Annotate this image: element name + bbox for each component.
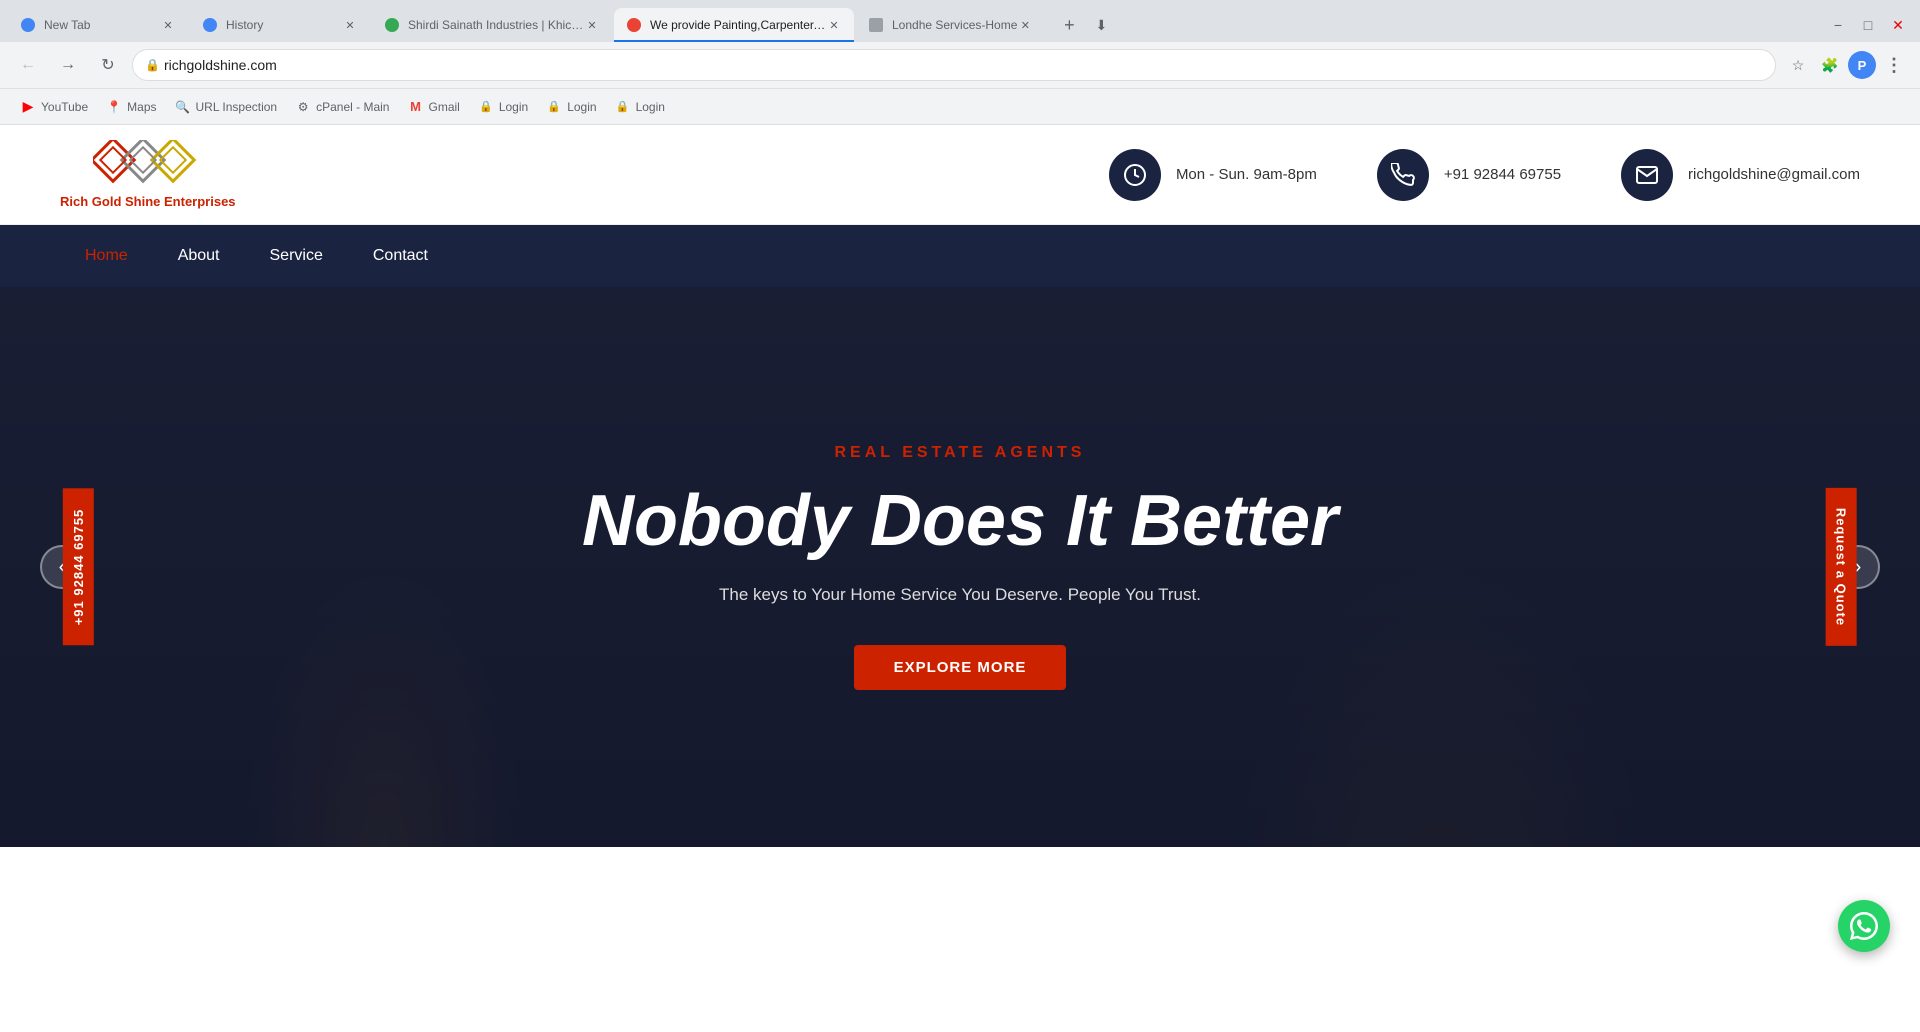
email-text: richgoldshine@gmail.com (1688, 166, 1860, 183)
login2-icon: 🔒 (546, 99, 562, 115)
tab-favicon-new-tab (20, 17, 36, 33)
bookmark-login1-label: Login (499, 100, 528, 114)
tab-close-new-tab[interactable]: ✕ (160, 17, 176, 33)
tab-title-new-tab: New Tab (44, 18, 160, 32)
close-window-button[interactable]: ✕ (1884, 11, 1912, 39)
tab-title-history: History (226, 18, 342, 32)
refresh-button[interactable]: ↻ (92, 49, 124, 81)
hero-subtitle: REAL ESTATE AGENTS (582, 444, 1338, 462)
hours-text: Mon - Sun. 9am-8pm (1176, 166, 1317, 183)
hero-cta-button[interactable]: Explore More (854, 645, 1067, 690)
phone-icon-circle (1377, 149, 1429, 201)
tab-title-shirdi: Shirdi Sainath Industries | Khichdi (408, 18, 584, 32)
extension-puzzle-icon[interactable]: 🧩 (1816, 51, 1844, 79)
address-bar[interactable]: 🔒 richgoldshine.com (132, 49, 1776, 81)
gmail-icon: M (407, 99, 423, 115)
cpanel-icon: ⚙ (295, 99, 311, 115)
hero-content: REAL ESTATE AGENTS Nobody Does It Better… (582, 444, 1338, 690)
email-label: richgoldshine@gmail.com (1688, 166, 1860, 183)
tab-title-londhe: Londhe Services-Home (892, 18, 1017, 32)
tab-favicon-shirdi (384, 17, 400, 33)
hours-block: Mon - Sun. 9am-8pm (1109, 149, 1317, 201)
side-quote-float[interactable]: Request a Quote (1825, 488, 1856, 646)
logo-svg (93, 140, 203, 190)
url-inspection-icon: 🔍 (175, 99, 191, 115)
hero-title: Nobody Does It Better (582, 482, 1338, 561)
bookmark-gmail[interactable]: M Gmail (399, 95, 467, 119)
bookmark-login-2[interactable]: 🔒 Login (538, 95, 604, 119)
address-bar-row: ← → ↻ 🔒 richgoldshine.com ☆ 🧩 P ⋮ (0, 42, 1920, 88)
tab-londhe[interactable]: Londhe Services-Home ✕ (856, 8, 1045, 42)
bookmark-star-icon[interactable]: ☆ (1784, 51, 1812, 79)
bookmark-login-1[interactable]: 🔒 Login (470, 95, 536, 119)
email-block: richgoldshine@gmail.com (1621, 149, 1860, 201)
bookmark-cpanel[interactable]: ⚙ cPanel - Main (287, 95, 397, 119)
login3-icon: 🔒 (615, 99, 631, 115)
logo-name: Rich Gold Shine Enterprises (60, 194, 236, 209)
tab-close-history[interactable]: ✕ (342, 17, 358, 33)
tab-favicon-history (202, 17, 218, 33)
tab-painting[interactable]: We provide Painting,Carpenter,D... ✕ (614, 8, 854, 42)
logo-area[interactable]: Rich Gold Shine Enterprises (60, 140, 236, 209)
phone-text: +91 92844 69755 (1444, 166, 1561, 183)
profile-icon[interactable]: P (1848, 51, 1876, 79)
lock-icon: 🔒 (145, 58, 160, 72)
top-info-bar: Rich Gold Shine Enterprises Mon - Sun. 9… (0, 125, 1920, 225)
tab-favicon-londhe (868, 17, 884, 33)
tab-close-londhe[interactable]: ✕ (1017, 17, 1033, 33)
logo-diamonds (93, 140, 203, 190)
bookmark-login3-label: Login (636, 100, 665, 114)
phone-label: +91 92844 69755 (1444, 166, 1561, 183)
hero-section: +91 92844 69755 Request a Quote ‹ REAL E… (0, 287, 1920, 847)
tab-favicon-painting (626, 17, 642, 33)
maximize-button[interactable]: □ (1854, 11, 1882, 39)
bookmark-youtube-label: YouTube (41, 100, 88, 114)
forward-button[interactable]: → (52, 49, 84, 81)
nav-about[interactable]: About (153, 227, 245, 285)
tab-shirdi[interactable]: Shirdi Sainath Industries | Khichdi ✕ (372, 8, 612, 42)
bookmark-maps[interactable]: 📍 Maps (98, 95, 164, 119)
nav-service[interactable]: Service (245, 227, 348, 285)
tab-new-tab[interactable]: New Tab ✕ (8, 8, 188, 42)
nav-contact[interactable]: Contact (348, 227, 453, 285)
phone-block: +91 92844 69755 (1377, 149, 1561, 201)
login1-icon: 🔒 (478, 99, 494, 115)
youtube-icon: ▶ (20, 99, 36, 115)
address-text: richgoldshine.com (164, 57, 277, 73)
whatsapp-button[interactable] (1838, 900, 1890, 952)
new-tab-button[interactable]: + (1055, 11, 1083, 39)
back-button[interactable]: ← (12, 49, 44, 81)
bookmark-cpanel-label: cPanel - Main (316, 100, 389, 114)
hero-description: The keys to Your Home Service You Deserv… (582, 585, 1338, 605)
clock-icon-circle (1109, 149, 1161, 201)
side-phone-float[interactable]: +91 92844 69755 (63, 489, 94, 646)
website-content: Rich Gold Shine Enterprises Mon - Sun. 9… (0, 125, 1920, 847)
maps-icon: 📍 (106, 99, 122, 115)
tab-list-button[interactable]: ⬇ (1087, 11, 1115, 39)
tab-close-painting[interactable]: ✕ (826, 17, 842, 33)
bookmark-gmail-label: Gmail (428, 100, 459, 114)
email-icon-circle (1621, 149, 1673, 201)
tab-history[interactable]: History ✕ (190, 8, 370, 42)
bookmark-login-3[interactable]: 🔒 Login (607, 95, 673, 119)
nav-bar: Home About Service Contact (0, 225, 1920, 287)
bookmark-url-inspection[interactable]: 🔍 URL Inspection (167, 95, 286, 119)
tab-close-shirdi[interactable]: ✕ (584, 17, 600, 33)
hours-label: Mon - Sun. 9am-8pm (1176, 166, 1317, 183)
nav-home[interactable]: Home (60, 227, 153, 285)
tab-title-painting: We provide Painting,Carpenter,D... (650, 18, 826, 32)
bookmarks-bar: ▶ YouTube 📍 Maps 🔍 URL Inspection ⚙ cPan… (0, 88, 1920, 124)
bookmark-maps-label: Maps (127, 100, 156, 114)
minimize-button[interactable]: − (1824, 11, 1852, 39)
bookmark-youtube[interactable]: ▶ YouTube (12, 95, 96, 119)
bookmark-login2-label: Login (567, 100, 596, 114)
bookmark-url-inspection-label: URL Inspection (196, 100, 278, 114)
more-options-icon[interactable]: ⋮ (1880, 51, 1908, 79)
